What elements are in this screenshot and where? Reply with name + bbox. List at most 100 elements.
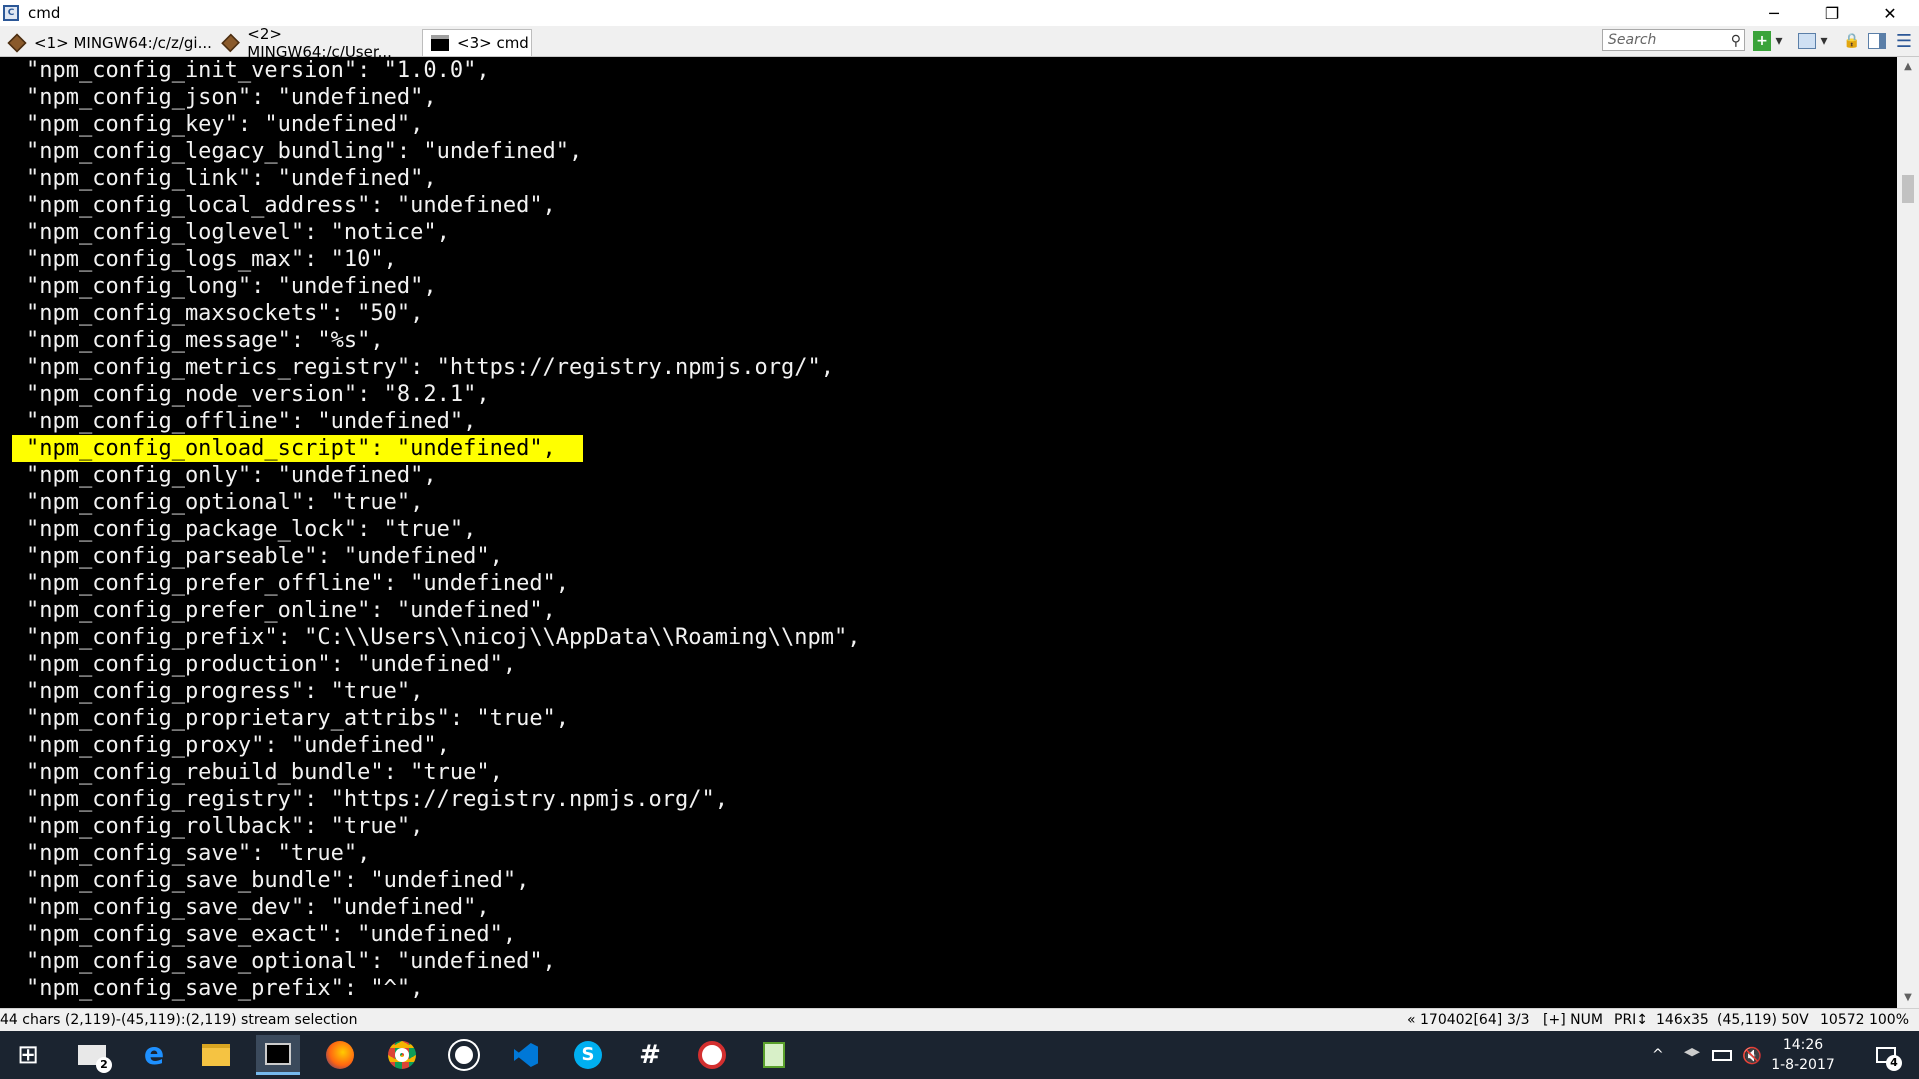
split-view-icon [1798,33,1816,49]
chrome-icon [388,1041,416,1069]
tab-label: <2> MINGW64:/c/User... [247,24,392,61]
taskbar-conemu[interactable] [256,1035,300,1075]
output-line: "npm_config_only": "undefined", [26,463,437,488]
console-app-icon[interactable]: C [3,5,19,21]
output-line: "npm_config_rollback": "true", [26,814,424,839]
output-line: "npm_config_save_exact": "undefined", [26,922,517,947]
cursor-position-status: (45,119) 50V [1717,1012,1809,1028]
cmd-icon [431,35,449,51]
firefox-icon [326,1041,354,1069]
output-line: "npm_config_registry": "https://registry… [26,787,728,812]
output-line: "npm_config_maxsockets": "50", [26,301,424,326]
taskbar-vscode[interactable] [504,1035,548,1075]
output-line: "npm_config_prefer_online": "undefined", [26,598,556,623]
taskbar-slack[interactable]: # [628,1035,672,1075]
split-view-dropdown[interactable]: ▾ [1818,31,1830,51]
tab-label: <3> cmd [457,34,529,52]
taskbar-blocker-app[interactable] [690,1035,734,1075]
tab-mingw64-2[interactable]: <2> MINGW64:/c/User... [214,25,422,61]
output-line: "npm_config_json": "undefined", [26,85,437,110]
output-line: "npm_config_logs_max": "10", [26,247,397,272]
output-line: "npm_config_local_address": "undefined", [26,193,556,218]
minimize-button[interactable]: ─ [1745,0,1803,26]
output-line: "npm_config_rebuild_bundle": "true", [26,760,503,785]
taskbar-mail[interactable]: 2 [70,1035,114,1075]
skype-icon: S [574,1041,602,1069]
action-center-button[interactable]: 4 [1866,1031,1906,1079]
restore-button[interactable]: ❐ [1803,0,1861,26]
output-line: "npm_config_long": "undefined", [26,274,437,299]
output-line: "npm_config_link": "undefined", [26,166,437,191]
window-title: cmd [28,4,61,22]
split-view-button[interactable] [1798,31,1816,51]
clock-date: 1-8-2017 [1771,1057,1835,1073]
output-line: "npm_config_parseable": "undefined", [26,544,503,569]
output-line: "npm_config_save_optional": "undefined", [26,949,556,974]
output-line: "npm_config_progress": "true", [26,679,424,704]
taskbar-app-swirl[interactable] [442,1035,486,1075]
git-bash-icon [221,33,240,52]
edge-icon: e [143,1037,165,1072]
output-line: "npm_config_production": "undefined", [26,652,517,677]
taskbar-clock[interactable]: 14:26 1-8-2017 [1768,1035,1838,1075]
layout-button[interactable] [1866,31,1888,51]
tab-bar: <1> MINGW64:/c/z/gi... <2> MINGW64:/c/Us… [0,25,1919,61]
search-placeholder: Search [1608,32,1657,48]
zoom-status: 10572 100% [1820,1012,1910,1028]
taskbar-skype[interactable]: S [566,1035,610,1075]
output-line: "npm_config_key": "undefined", [26,112,424,137]
windows-logo-icon: ⊞ [17,1040,39,1070]
console-size-status: 146x35 [1656,1012,1709,1028]
buffer-status: « 170402[64] [1407,1012,1503,1028]
output-line: "npm_config_save_prefix": "^", [26,976,424,1001]
volume-tray-icon[interactable]: 🔇 [1742,1031,1762,1079]
clock-time: 14:26 [1782,1037,1824,1053]
output-line: "npm_config_proprietary_attribs": "true"… [26,706,570,731]
output-line: "npm_config_proxy": "undefined", [26,733,450,758]
output-line: "npm_config_prefer_offline": "undefined"… [26,571,570,596]
taskbar-firefox[interactable] [318,1035,362,1075]
taskbar-chrome[interactable] [380,1035,424,1075]
battery-icon [1712,1049,1732,1061]
vscode-icon [514,1043,538,1067]
settings-menu-button[interactable]: ☰ [1894,31,1914,52]
swirl-app-icon [450,1041,478,1069]
title-bar: C cmd ─ ❐ ✕ [0,0,1919,26]
scrollbar-thumb[interactable] [1902,175,1914,203]
git-bash-icon [7,32,27,53]
blocker-app-icon [698,1041,726,1069]
output-line: "npm_config_loglevel": "notice", [26,220,450,245]
output-line: "npm_config_save_bundle": "undefined", [26,868,530,893]
slack-icon: # [639,1040,661,1070]
selection-status: 44 chars (2,119)-(45,119):(2,119) stream… [0,1012,358,1028]
new-console-button[interactable]: + [1753,31,1771,51]
dropbox-tray-icon[interactable] [1684,1031,1700,1079]
lock-button[interactable]: 🔒 [1842,31,1862,51]
start-button[interactable]: ⊞ [6,1035,50,1075]
taskbar-file-explorer[interactable] [194,1035,238,1075]
console-icon [265,1042,291,1065]
taskbar-edge[interactable]: e [132,1035,176,1075]
keyboard-status: [+] NUM [1543,1012,1603,1028]
tray-overflow-button[interactable]: ^ [1652,1031,1664,1079]
tab-cmd[interactable]: <3> cmd [422,29,532,56]
search-input[interactable]: Search ⚲ [1602,29,1745,51]
output-line: "npm_config_prefix": "C:\\Users\\nicoj\\… [26,625,861,650]
output-line: "npm_config_offline": "undefined", [26,409,477,434]
close-button[interactable]: ✕ [1861,0,1919,26]
notepad-icon [763,1042,785,1068]
new-console-dropdown[interactable]: ▾ [1773,31,1785,51]
tab-count-status: 3/3 [1507,1012,1530,1028]
dropbox-icon [1684,1048,1700,1057]
output-line: "npm_config_node_version": "8.2.1", [26,382,490,407]
window-controls: ─ ❐ ✕ [1745,0,1919,26]
selected-output-line: "npm_config_onload_script": "undefined", [12,435,583,462]
battery-tray-icon[interactable] [1712,1031,1732,1079]
notification-badge: 4 [1886,1055,1902,1071]
vertical-scrollbar[interactable]: ▲ ▼ [1897,57,1919,1008]
scroll-down-arrow-icon[interactable]: ▼ [1897,988,1919,1008]
scroll-up-arrow-icon[interactable]: ▲ [1897,57,1919,77]
tab-mingw64-1[interactable]: <1> MINGW64:/c/z/gi... [0,29,214,56]
terminal-output[interactable]: "npm_config_init_version": "1.0.0", "npm_… [0,57,1897,1008]
taskbar-notepad[interactable] [752,1035,796,1075]
